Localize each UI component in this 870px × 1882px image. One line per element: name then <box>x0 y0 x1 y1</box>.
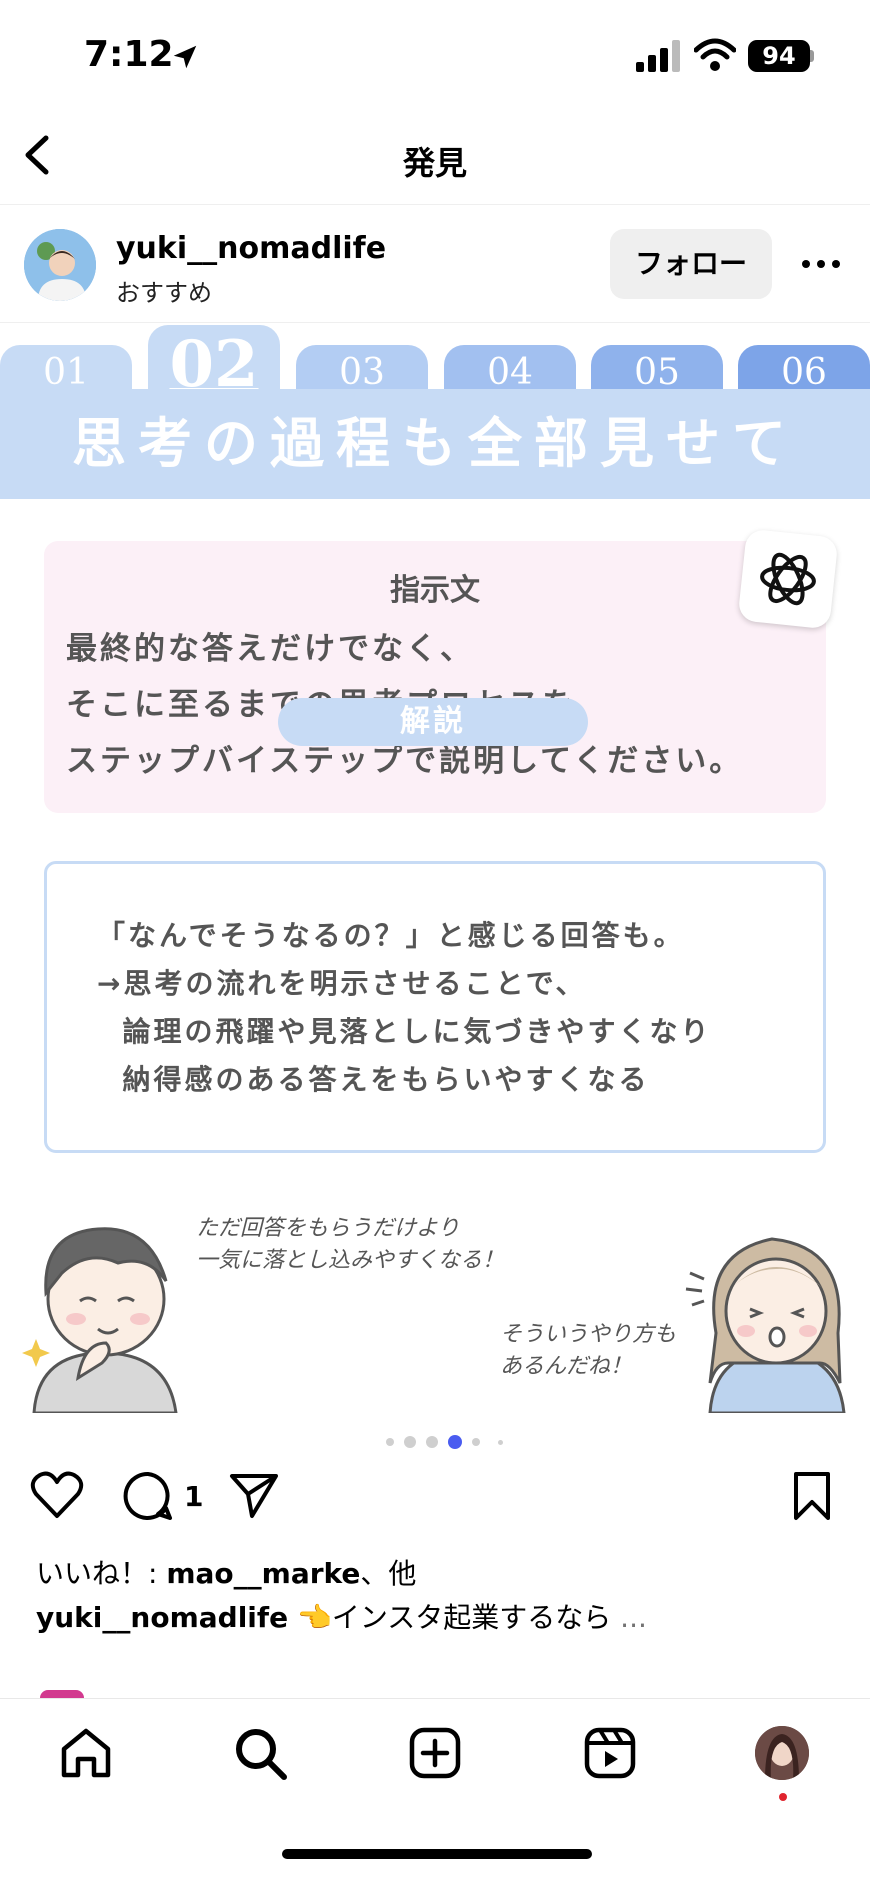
status-time: 7:12 <box>84 34 174 75</box>
nav-header: 発見 <box>0 110 870 205</box>
location-arrow-icon <box>173 45 197 69</box>
likes-suffix[interactable]: 、他 <box>360 1557 416 1590</box>
man-illustration <box>22 1227 178 1413</box>
avatar[interactable] <box>24 229 96 301</box>
slide-tab: 01 <box>0 345 132 393</box>
likes-user[interactable]: mao__marke <box>166 1557 360 1590</box>
status-bar: 7:12 94 <box>0 0 870 110</box>
comment-icon[interactable] <box>122 1470 174 1522</box>
instruction-line: 最終的な答えだけでなく、 <box>66 631 474 667</box>
carousel-dots <box>0 1432 870 1452</box>
home-icon[interactable] <box>58 1725 114 1781</box>
slide-tab: 04 <box>444 345 576 393</box>
slide-tab-active: 02 <box>148 325 280 402</box>
battery-tip <box>810 50 814 62</box>
search-icon[interactable] <box>232 1725 288 1781</box>
carousel-dot-active <box>448 1435 462 1449</box>
explanation-box: 「なんでそうなるの？」と感じる回答も。 →思考の流れを明示させることで、 論理の飛… <box>44 861 826 1153</box>
explanation-line: 納得感のある答えをもらいやすくなる <box>97 1063 650 1096</box>
likes-prefix: いいね！: <box>36 1557 167 1590</box>
caption-username[interactable]: yuki__nomadlife <box>36 1601 288 1634</box>
carousel-dot <box>472 1438 480 1446</box>
explanation-line: 論理の飛躍や見落としに気づきやすくなり <box>97 1015 712 1048</box>
slide-tabs: 01 02 03 04 05 06 <box>0 323 870 402</box>
battery-indicator: 94 <box>748 40 810 72</box>
post-subtitle: おすすめ <box>116 279 212 307</box>
reels-icon[interactable] <box>582 1725 638 1781</box>
slide-banner: 思考の過程も全部見せて <box>0 389 870 499</box>
speech-bubble-right: そういうやり方も あるんだね！ <box>500 1322 677 1379</box>
explanation-label: 解説 <box>278 698 588 746</box>
explanation-line: 「なんでそうなるの？」と感じる回答も。 <box>97 919 685 952</box>
comment-count: 1 <box>184 1480 204 1513</box>
explanation-line: →思考の流れを明示させることで、 <box>97 967 587 1000</box>
notification-dot <box>779 1793 787 1801</box>
next-post-avatar-peek <box>40 1690 84 1698</box>
post-username[interactable]: yuki__nomadlife <box>116 231 386 266</box>
ellipsis-icon[interactable] <box>796 249 846 279</box>
profile-avatar[interactable] <box>755 1726 809 1780</box>
instruction-box: 指示文 最終的な答えだけでなく、 そこに至るまでの思考プロセスを ステップバイス… <box>44 541 826 813</box>
send-icon[interactable] <box>228 1470 280 1520</box>
caption: yuki__nomadlife 👈インスタ起業するなら ... <box>36 1596 647 1636</box>
instruction-title: 指示文 <box>390 573 480 608</box>
explanation-text: 「なんでそうなるの？」と感じる回答も。 →思考の流れを明示させることで、 論理の飛… <box>97 912 712 1104</box>
carousel-dot <box>404 1436 416 1448</box>
woman-illustration <box>685 1237 846 1413</box>
post-image[interactable]: 01 02 03 04 05 06 思考の過程も全部見せて 指示文 最終的な答え… <box>0 323 870 1416</box>
likes-text: いいね！: mao__marke、他 <box>36 1552 416 1592</box>
slide-tab: 06 <box>738 345 870 393</box>
create-icon[interactable] <box>407 1725 463 1781</box>
bottom-tab-bar <box>0 1698 870 1882</box>
caption-more[interactable]: ... <box>611 1601 647 1634</box>
follow-button[interactable]: フォロー <box>610 229 772 299</box>
speech-bubble-left: ただ回答をもらうだけより 一気に落とし込みやすくなる！ <box>196 1216 505 1273</box>
home-indicator <box>282 1849 592 1859</box>
slide-tab: 05 <box>591 345 723 393</box>
caption-text: 👈インスタ起業するなら <box>288 1601 612 1634</box>
wifi-icon <box>694 38 736 71</box>
chatgpt-logo-icon <box>737 528 839 630</box>
bookmark-icon[interactable] <box>790 1470 834 1522</box>
carousel-dot <box>498 1440 503 1445</box>
slide-tab: 03 <box>296 345 428 393</box>
signal-icon <box>636 40 680 72</box>
carousel-dot <box>426 1436 438 1448</box>
heart-icon[interactable] <box>30 1470 84 1520</box>
post-actions: 1 <box>0 1470 870 1530</box>
post-header: yuki__nomadlife おすすめ フォロー <box>0 205 870 323</box>
page-title: 発見 <box>402 144 467 182</box>
carousel-dot <box>386 1438 394 1446</box>
